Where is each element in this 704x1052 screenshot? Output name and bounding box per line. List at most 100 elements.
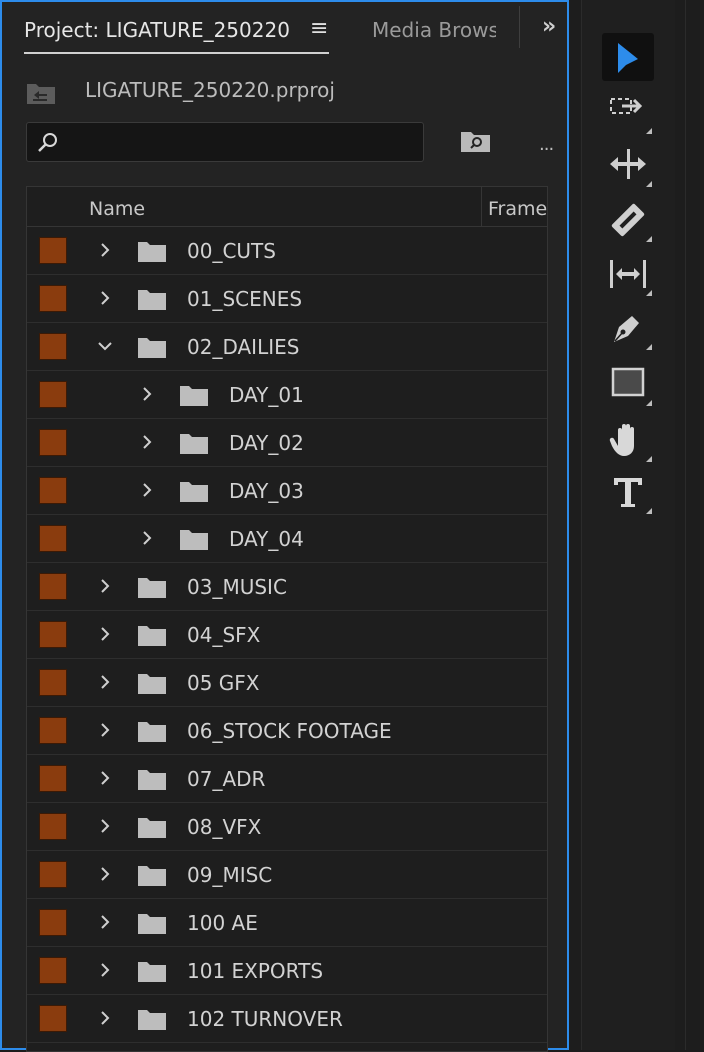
- label-color-swatch[interactable]: [39, 669, 67, 696]
- folder-icon: [138, 290, 166, 310]
- column-header-frame[interactable]: Frame: [488, 198, 547, 220]
- chevron-right-icon[interactable]: [139, 530, 155, 546]
- folder-icon: [138, 962, 166, 982]
- label-color-swatch[interactable]: [39, 957, 67, 984]
- label-color-swatch[interactable]: [39, 621, 67, 648]
- list-header: Name Frame: [27, 187, 547, 227]
- chevron-down-icon[interactable]: [97, 338, 113, 354]
- chevron-right-icon[interactable]: [139, 386, 155, 402]
- chevron-right-icon[interactable]: [97, 914, 113, 930]
- bin-name: DAY_01: [229, 383, 304, 407]
- slip-button[interactable]: [602, 250, 654, 298]
- chevron-right-icon[interactable]: [97, 770, 113, 786]
- label-color-swatch[interactable]: [39, 861, 67, 888]
- bin-row[interactable]: DAY_01: [27, 371, 547, 419]
- more-options-icon[interactable]: ...: [539, 134, 554, 155]
- label-color-swatch[interactable]: [39, 381, 67, 408]
- bin-row[interactable]: 05 GFX: [27, 659, 547, 707]
- chevron-right-icon[interactable]: [97, 626, 113, 642]
- chevron-right-icon[interactable]: [97, 818, 113, 834]
- bin-row[interactable]: DAY_03: [27, 467, 547, 515]
- folder-icon: [138, 578, 166, 598]
- label-color-swatch[interactable]: [39, 525, 67, 552]
- tool-group-corner-icon: [646, 508, 652, 514]
- search-icon: [38, 133, 57, 152]
- bin-name: DAY_04: [229, 527, 304, 551]
- bin-row[interactable]: 03_MUSIC: [27, 563, 547, 611]
- label-color-swatch[interactable]: [39, 573, 67, 600]
- tab-overflow-icon[interactable]: »: [542, 14, 556, 39]
- selection-tool-button[interactable]: [602, 33, 654, 81]
- hand-button[interactable]: [602, 416, 654, 464]
- rectangle-button[interactable]: [602, 360, 654, 408]
- bin-row[interactable]: 01_SCENES: [27, 275, 547, 323]
- bin-row[interactable]: DAY_04: [27, 515, 547, 563]
- bin-row[interactable]: 101 EXPORTS: [27, 947, 547, 995]
- project-file-icon[interactable]: [26, 81, 56, 109]
- chevron-right-icon[interactable]: [97, 242, 113, 258]
- bin-row[interactable]: 08_VFX: [27, 803, 547, 851]
- bin-row[interactable]: 00_CUTS: [27, 227, 547, 275]
- bin-name: 00_CUTS: [187, 239, 276, 263]
- panel-menu-icon[interactable]: ≡: [310, 16, 328, 41]
- folder-icon: [180, 386, 208, 406]
- new-search-bin-icon[interactable]: [460, 130, 492, 158]
- bin-name: 102 TURNOVER: [187, 1007, 343, 1031]
- bin-name: 02_DAILIES: [187, 335, 300, 359]
- chevron-right-icon[interactable]: [97, 1010, 113, 1026]
- label-color-swatch[interactable]: [39, 717, 67, 744]
- pen-button[interactable]: [602, 304, 654, 352]
- bin-row[interactable]: 06_STOCK FOOTAGE: [27, 707, 547, 755]
- label-color-swatch[interactable]: [39, 813, 67, 840]
- folder-icon: [138, 770, 166, 790]
- folder-icon: [138, 626, 166, 646]
- tab-media-browser[interactable]: Media Browser: [372, 18, 496, 42]
- bin-name: 101 EXPORTS: [187, 959, 324, 983]
- bin-row[interactable]: DAY_02: [27, 419, 547, 467]
- ripple-edit-button[interactable]: [602, 141, 654, 189]
- label-color-swatch[interactable]: [39, 477, 67, 504]
- project-panel: Project: LIGATURE_250220 ≡ Media Browser…: [0, 0, 569, 1052]
- bin-name: 09_MISC: [187, 863, 273, 887]
- bin-row[interactable]: 07_ADR: [27, 755, 547, 803]
- bin-row[interactable]: 102 TURNOVER: [27, 995, 547, 1043]
- chevron-right-icon[interactable]: [97, 962, 113, 978]
- chevron-right-icon[interactable]: [97, 578, 113, 594]
- bin-name: DAY_02: [229, 431, 304, 455]
- chevron-right-icon[interactable]: [97, 722, 113, 738]
- label-color-swatch[interactable]: [39, 285, 67, 312]
- project-file-name: LIGATURE_250220.prproj: [85, 78, 335, 102]
- label-color-swatch[interactable]: [39, 333, 67, 360]
- chevron-right-icon[interactable]: [139, 434, 155, 450]
- folder-icon: [138, 1010, 166, 1030]
- chevron-right-icon[interactable]: [97, 866, 113, 882]
- track-select-forward-button[interactable]: [602, 88, 654, 136]
- label-color-swatch[interactable]: [39, 1005, 67, 1032]
- folder-icon: [138, 914, 166, 934]
- label-color-swatch[interactable]: [39, 429, 67, 456]
- tool-group-corner-icon: [646, 400, 652, 406]
- bin-name: 07_ADR: [187, 767, 266, 791]
- razor-button[interactable]: [602, 196, 654, 244]
- chevron-right-icon[interactable]: [97, 674, 113, 690]
- project-list: Name Frame 00_CUTS 01_SCENES 02_DAILIES DAY…: [26, 186, 548, 1052]
- chevron-right-icon[interactable]: [139, 482, 155, 498]
- bin-row[interactable]: 02_DAILIES: [27, 323, 547, 371]
- type-button[interactable]: [602, 468, 654, 516]
- folder-icon: [138, 674, 166, 694]
- bin-name: 01_SCENES: [187, 287, 303, 311]
- search-input[interactable]: [26, 122, 424, 162]
- bin-row[interactable]: 100 AE: [27, 899, 547, 947]
- column-header-name[interactable]: Name: [89, 198, 145, 220]
- bin-row[interactable]: 04_SFX: [27, 611, 547, 659]
- tool-group-corner-icon: [646, 236, 652, 242]
- selection-tool-icon: [618, 43, 638, 73]
- chevron-right-icon[interactable]: [97, 290, 113, 306]
- column-divider[interactable]: [481, 187, 482, 226]
- bin-row[interactable]: 09_MISC: [27, 851, 547, 899]
- label-color-swatch[interactable]: [39, 909, 67, 936]
- tab-project[interactable]: Project: LIGATURE_250220: [24, 18, 290, 42]
- label-color-swatch[interactable]: [39, 237, 67, 264]
- label-color-swatch[interactable]: [39, 765, 67, 792]
- bin-name: 04_SFX: [187, 623, 261, 647]
